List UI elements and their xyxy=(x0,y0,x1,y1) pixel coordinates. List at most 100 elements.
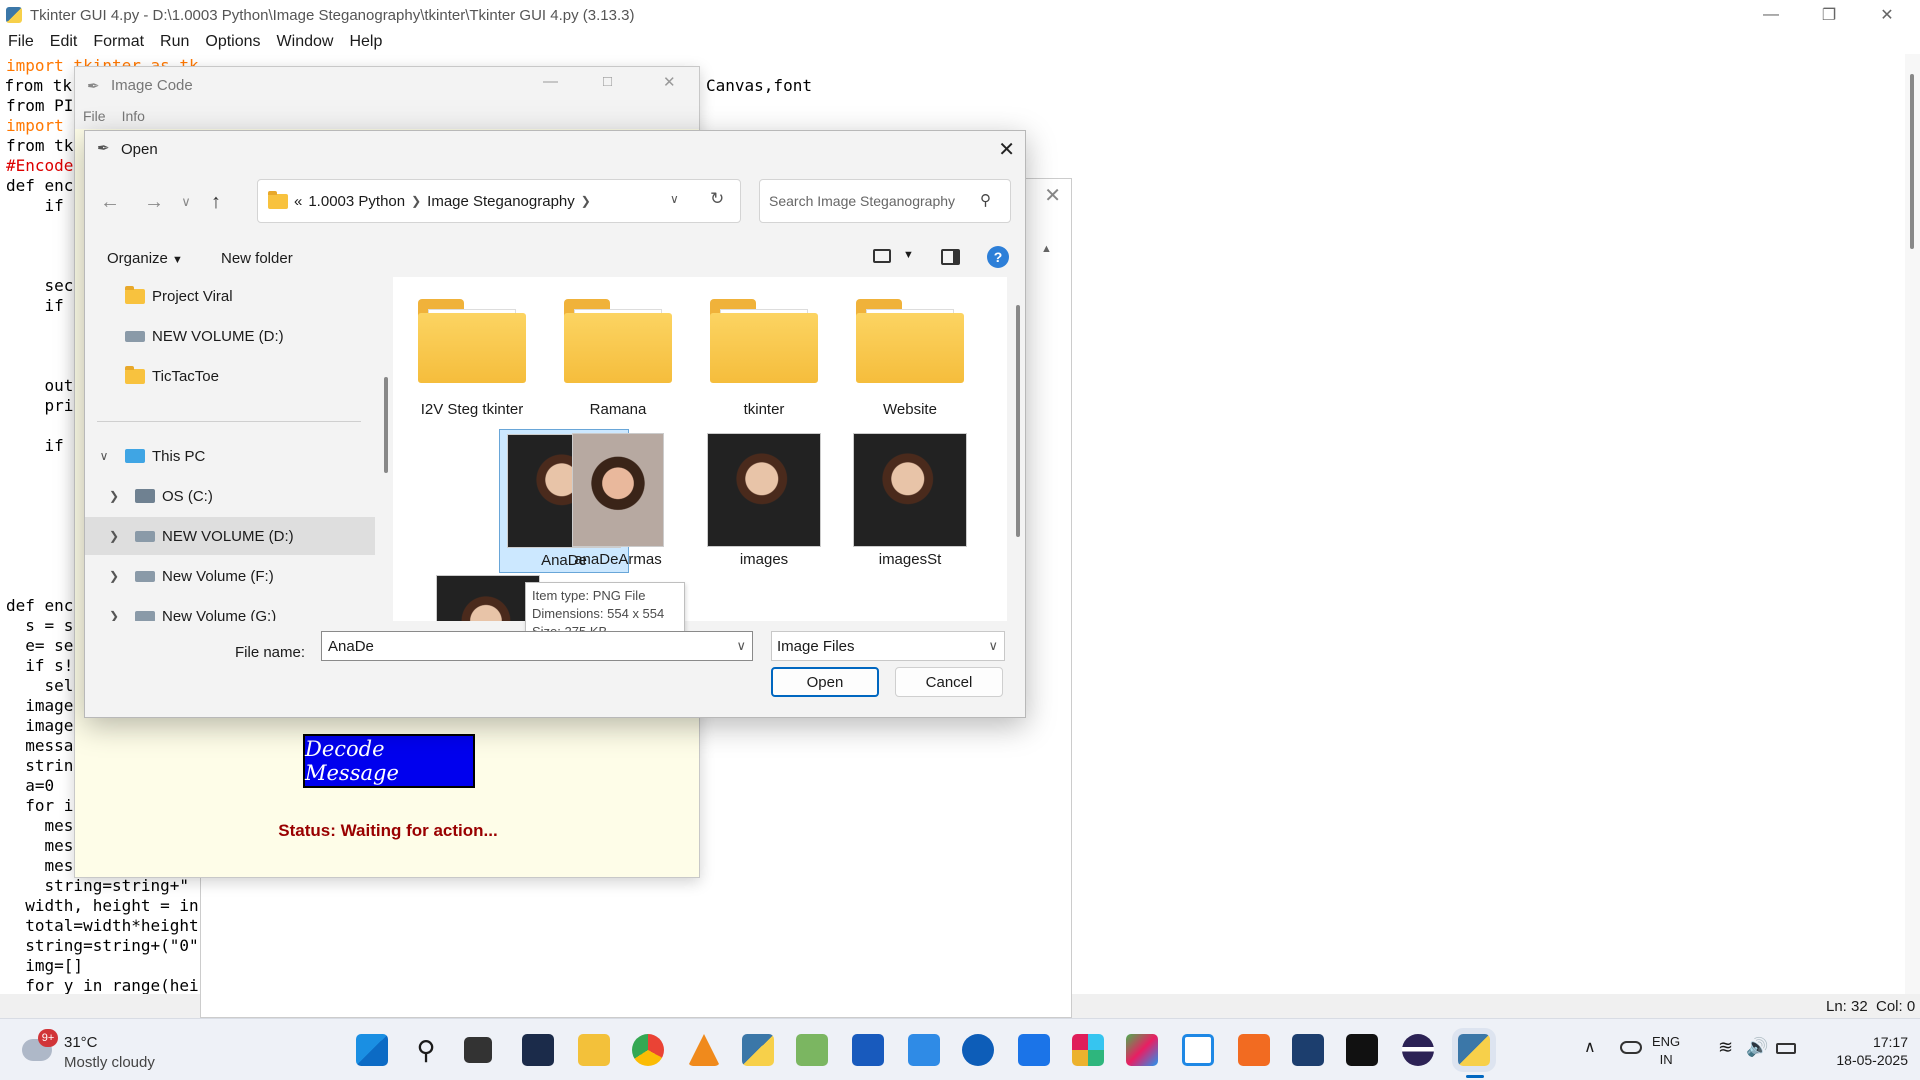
dell-icon[interactable] xyxy=(962,1034,994,1066)
file-list-scrollbar[interactable] xyxy=(1015,277,1021,621)
file-tile-image[interactable]: images xyxy=(699,429,829,568)
breadcrumb-chevron-icon[interactable]: ❯ xyxy=(581,194,591,208)
nav-scrollbar[interactable] xyxy=(383,277,389,621)
nav-item-project-viral[interactable]: Project Viral xyxy=(85,277,375,315)
slack-icon[interactable] xyxy=(1072,1034,1104,1066)
battery-icon[interactable] xyxy=(1776,1043,1796,1054)
store-icon[interactable] xyxy=(1018,1034,1050,1066)
help-icon[interactable]: ? xyxy=(987,246,1009,268)
menu-info[interactable]: Info xyxy=(114,108,153,124)
scrollbar-thumb[interactable] xyxy=(384,377,388,473)
forward-arrow-icon[interactable]: → xyxy=(141,189,167,215)
clock[interactable]: 17:17 18-05-2025 xyxy=(1808,1033,1908,1069)
scroll-up-icon[interactable]: ▲ xyxy=(1041,243,1052,255)
file-list[interactable]: I2V Steg tkinter Ramana tkinter Website … xyxy=(393,277,1007,621)
history-dropdown-icon[interactable]: ∨ xyxy=(670,192,679,206)
wifi-icon[interactable]: ≋ xyxy=(1718,1037,1733,1058)
python-idle-icon[interactable] xyxy=(742,1034,774,1066)
breadcrumb-overflow[interactable]: « xyxy=(294,193,302,210)
back-arrow-icon[interactable]: ← xyxy=(97,189,123,215)
powershell-icon[interactable] xyxy=(1292,1034,1324,1066)
breadcrumb-item[interactable]: 1.0003 Python xyxy=(308,193,405,210)
chrome-icon[interactable] xyxy=(632,1034,664,1066)
refresh-icon[interactable]: ↻ xyxy=(710,189,724,209)
chevron-down-icon[interactable]: ∨ xyxy=(736,638,746,654)
close-button[interactable]: ✕ xyxy=(1858,0,1916,30)
file-name-input[interactable]: AnaDe ∨ xyxy=(321,631,753,661)
breadcrumb-item[interactable]: Image Steganography xyxy=(427,193,575,210)
address-bar[interactable]: « 1.0003 Python ❯ Image Steganography ❯ … xyxy=(257,179,741,223)
task-view-icon[interactable] xyxy=(464,1037,492,1063)
volume-icon[interactable]: 🔊 xyxy=(1746,1037,1768,1058)
weather-widget[interactable]: 9+ 31°C Mostly cloudy xyxy=(22,1029,155,1073)
navigation-pane[interactable]: Project Viral NEW VOLUME (D:) TicTacToe … xyxy=(85,277,375,621)
menu-window[interactable]: Window xyxy=(269,33,342,51)
nav-item-new-volume-g[interactable]: ❯ New Volume (G:) xyxy=(85,597,375,621)
search-icon[interactable]: ⚲ xyxy=(410,1034,442,1066)
start-icon[interactable] xyxy=(356,1034,388,1066)
nav-item-this-pc[interactable]: ∨ This PC xyxy=(85,437,375,475)
menu-file[interactable]: File xyxy=(75,108,114,124)
menu-run[interactable]: Run xyxy=(152,33,197,51)
preview-pane-icon[interactable] xyxy=(941,249,960,265)
breadcrumb-chevron-icon[interactable]: ❯ xyxy=(411,194,421,208)
language-indicator[interactable]: ENG IN xyxy=(1652,1033,1680,1069)
scrollbar-thumb[interactable] xyxy=(1016,305,1020,537)
menu-options[interactable]: Options xyxy=(197,33,268,51)
onedrive-icon[interactable] xyxy=(1620,1041,1642,1054)
minimize-button[interactable]: — xyxy=(1742,0,1800,30)
chevron-down-icon[interactable]: ∨ xyxy=(97,449,111,463)
xampp-icon[interactable] xyxy=(1238,1034,1270,1066)
chevron-right-icon[interactable]: ❯ xyxy=(107,569,121,583)
file-explorer-icon[interactable] xyxy=(578,1034,610,1066)
maximize-button[interactable]: □ xyxy=(603,73,612,90)
view-mode-icon[interactable] xyxy=(873,249,891,263)
word-icon[interactable] xyxy=(852,1034,884,1066)
file-tile-image[interactable]: anaDeArmas xyxy=(553,429,683,568)
window-app-icon[interactable] xyxy=(1182,1034,1214,1066)
nav-item-tictactoe[interactable]: TicTacToe xyxy=(85,357,375,395)
chevron-right-icon[interactable]: ❯ xyxy=(107,489,121,503)
nav-item-new-volume-d-selected[interactable]: ❯ NEW VOLUME (D:) xyxy=(85,517,375,555)
file-tile-folder[interactable]: I2V Steg tkinter xyxy=(407,299,537,418)
menu-file[interactable]: File xyxy=(0,33,42,51)
organize-button[interactable]: Organize ▼ xyxy=(107,250,183,267)
menu-help[interactable]: Help xyxy=(341,33,390,51)
scrollbar-thumb[interactable] xyxy=(1910,74,1914,249)
file-tile-folder[interactable]: Ramana xyxy=(553,299,683,418)
vlc-icon[interactable] xyxy=(688,1034,720,1066)
editor-scrollbar[interactable] xyxy=(1905,54,1920,994)
nav-item-os-c[interactable]: ❯ OS (C:) xyxy=(85,477,375,515)
search-input[interactable]: Search Image Steganography ⚲ xyxy=(759,179,1011,223)
file-tile-image[interactable]: imagesSt xyxy=(845,429,975,568)
decode-message-button[interactable]: Decode Message xyxy=(303,734,475,788)
file-type-select[interactable]: Image Files ∨ xyxy=(771,631,1005,661)
new-folder-button[interactable]: New folder xyxy=(221,250,293,267)
maximize-button[interactable]: ❐ xyxy=(1800,0,1858,30)
menu-format[interactable]: Format xyxy=(85,33,152,51)
recent-locations-icon[interactable]: ∨ xyxy=(173,189,199,215)
nav-item-new-volume-d[interactable]: NEW VOLUME (D:) xyxy=(85,317,375,355)
minimize-button[interactable]: — xyxy=(543,73,558,90)
terminal-icon[interactable] xyxy=(1346,1034,1378,1066)
close-icon[interactable]: ✕ xyxy=(998,137,1015,162)
cancel-button[interactable]: Cancel xyxy=(895,667,1003,697)
file-tile-folder[interactable]: Website xyxy=(845,299,975,418)
menu-edit[interactable]: Edit xyxy=(42,33,86,51)
dev-home-icon[interactable] xyxy=(522,1034,554,1066)
view-dropdown-icon[interactable]: ▼ xyxy=(903,249,914,261)
paint-icon[interactable] xyxy=(796,1034,828,1066)
eclipse-icon[interactable] xyxy=(1402,1034,1434,1066)
chevron-right-icon[interactable]: ❯ xyxy=(107,609,121,621)
up-arrow-icon[interactable]: ↑ xyxy=(203,189,229,215)
python-active-icon[interactable] xyxy=(1458,1034,1490,1066)
close-icon[interactable]: ✕ xyxy=(1044,183,1061,208)
close-button[interactable]: ✕ xyxy=(663,73,676,91)
notepad-icon[interactable] xyxy=(908,1034,940,1066)
file-tile-folder[interactable]: tkinter xyxy=(699,299,829,418)
app-icon[interactable] xyxy=(1126,1034,1158,1066)
chevron-up-icon[interactable]: ∧ xyxy=(1584,1037,1596,1057)
nav-item-new-volume-f[interactable]: ❯ New Volume (F:) xyxy=(85,557,375,595)
chevron-down-icon[interactable]: ∨ xyxy=(988,638,998,654)
open-button[interactable]: Open xyxy=(771,667,879,697)
